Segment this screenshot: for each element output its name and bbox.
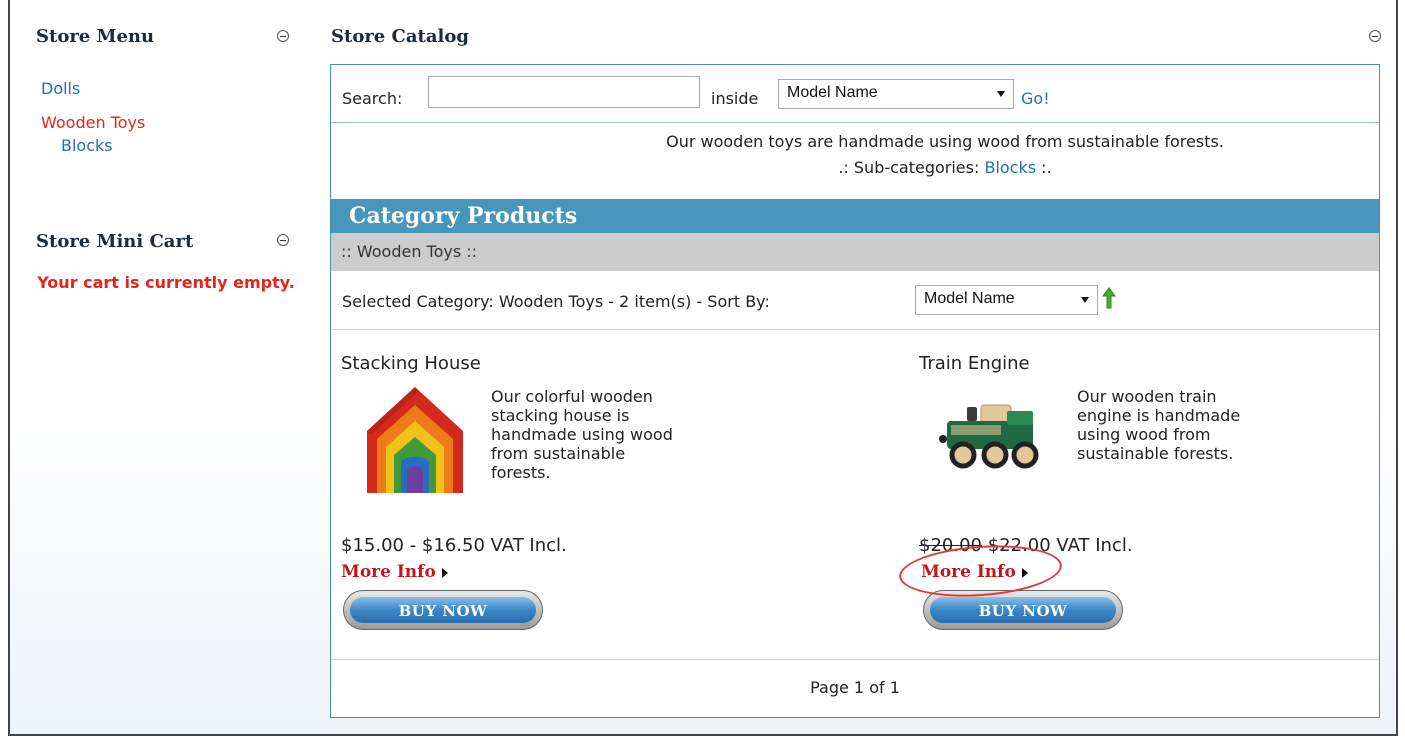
menu-item-dolls[interactable]: Dolls: [41, 79, 80, 98]
subcategories-line: .: Sub-categories: Blocks :.: [331, 155, 1379, 181]
product-price: $15.00 - $16.50 VAT Incl.: [341, 535, 567, 556]
triangle-right-icon: [441, 567, 448, 578]
store-catalog-title: Store Catalog: [331, 26, 469, 47]
subcategory-link-blocks[interactable]: Blocks: [984, 158, 1036, 177]
chevron-down-icon: [1081, 297, 1089, 303]
pagination-text: Page 1 of 1: [331, 659, 1379, 720]
subcategories-suffix: :.: [1041, 158, 1052, 177]
sort-ascending-arrow-icon[interactable]: [1102, 287, 1116, 309]
search-label: Search:: [342, 89, 403, 108]
collapse-catalog-icon[interactable]: [1369, 30, 1381, 42]
search-input[interactable]: [428, 76, 700, 108]
buy-now-button[interactable]: BUY NOW: [343, 590, 543, 630]
menu-item-blocks[interactable]: Blocks: [61, 136, 113, 155]
more-info-link[interactable]: More Info: [341, 562, 448, 582]
product-description-wrap: Our colorful wooden stacking house is ha…: [341, 387, 681, 509]
search-row: Search: inside Model Name Go!: [331, 65, 1379, 123]
product-name[interactable]: Stacking House: [341, 353, 481, 374]
product-name[interactable]: Train Engine: [919, 353, 1030, 374]
search-field-selected-value: Model Name: [787, 84, 878, 101]
category-breadcrumb: :: Wooden Toys ::: [331, 233, 1379, 271]
inside-label: inside: [711, 89, 759, 108]
menu-item-wooden-toys[interactable]: Wooden Toys: [41, 113, 145, 132]
subcategories-prefix: .: Sub-categories:: [838, 158, 980, 177]
product-description-wrap: Our wooden train engine is handmade usin…: [919, 387, 1259, 491]
sort-select[interactable]: Model Name: [915, 285, 1098, 315]
sort-row: Selected Category: Wooden Toys - 2 item(…: [331, 271, 1379, 330]
buy-now-label: BUY NOW: [930, 597, 1116, 623]
collapse-mini-cart-icon[interactable]: [277, 234, 289, 246]
store-menu-title: Store Menu: [36, 26, 155, 47]
category-description: Our wooden toys are handmade using wood …: [666, 132, 1224, 151]
category-products-header: Category Products: [331, 199, 1379, 233]
cart-empty-message: Your cart is currently empty.: [37, 273, 295, 292]
chevron-down-icon: [997, 91, 1005, 97]
category-description-block: Our wooden toys are handmade using wood …: [331, 129, 1379, 181]
buy-now-label: BUY NOW: [350, 597, 536, 623]
more-info-label: More Info: [341, 562, 436, 582]
selected-category-text: Selected Category: Wooden Toys - 2 item(…: [342, 292, 770, 311]
search-field-select[interactable]: Model Name: [778, 79, 1014, 109]
collapse-store-menu-icon[interactable]: [277, 30, 289, 42]
sort-selected-value: Model Name: [924, 290, 1015, 307]
go-button[interactable]: Go!: [1021, 89, 1050, 108]
catalog-panel: Search: inside Model Name Go! Our wooden…: [330, 64, 1380, 718]
mini-cart-title: Store Mini Cart: [36, 231, 194, 252]
